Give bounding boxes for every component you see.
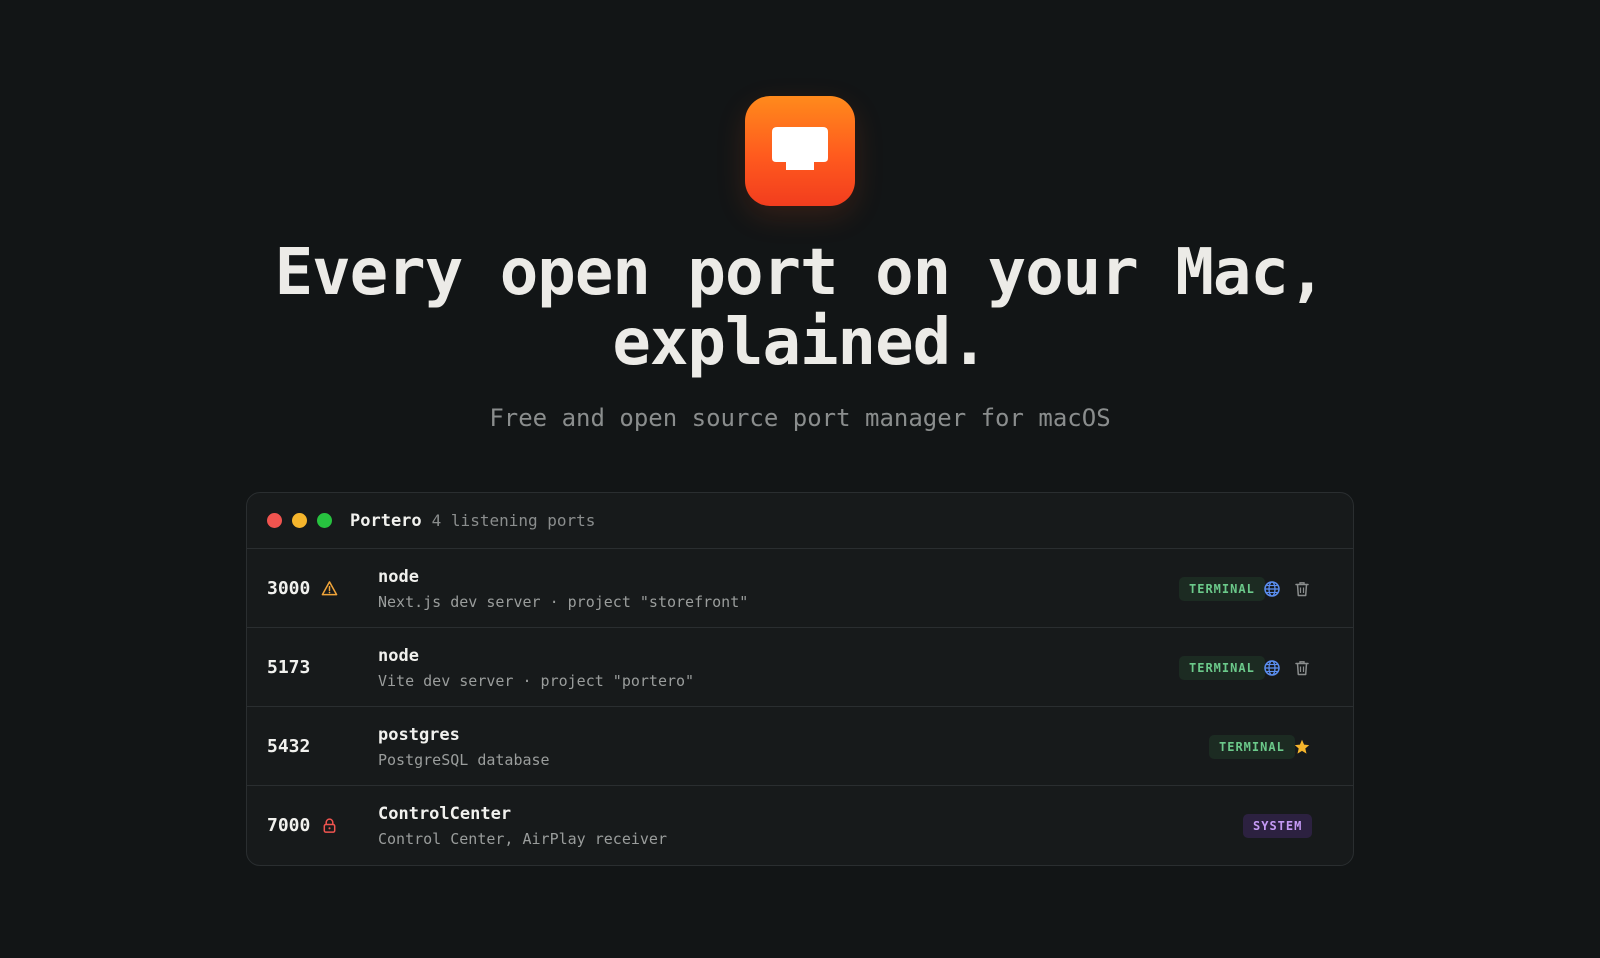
process-name: postgres: [378, 725, 460, 745]
headline-line-1: Every open port on your Mac,: [274, 236, 1327, 310]
process-description: Next.js dev server · project "storefront…: [378, 593, 749, 611]
source-badge: SYSTEM: [1243, 814, 1313, 838]
process-name: node: [378, 567, 419, 587]
landing-page: Every open port on your Mac, explained. …: [0, 0, 1600, 958]
process-description: Vite dev server · project "portero": [378, 672, 695, 690]
headline-line-2: explained.: [612, 306, 988, 380]
trash-icon[interactable]: [1293, 580, 1311, 598]
minimize-window-button[interactable]: [292, 513, 307, 528]
source-badge: TERMINAL: [1179, 577, 1265, 601]
window-titlebar: Portero 4 listening ports: [247, 493, 1353, 549]
hero-subtitle: Free and open source port manager for ma…: [489, 404, 1111, 432]
portero-app-icon: [745, 96, 855, 206]
globe-icon[interactable]: [1263, 580, 1281, 598]
globe-icon[interactable]: [1263, 659, 1281, 677]
trash-icon[interactable]: [1293, 659, 1311, 677]
process-name: ControlCenter: [378, 804, 512, 824]
port-row[interactable]: 7000 ControlCenter Control Center, AirPl…: [247, 786, 1353, 865]
app-name: Portero: [350, 510, 422, 531]
port-row[interactable]: 3000 node Next.js dev server · project "…: [247, 549, 1353, 628]
star-icon[interactable]: [1293, 738, 1311, 756]
port-row[interactable]: 5432 postgres PostgreSQL database TERMIN…: [247, 707, 1353, 786]
port-number: 5173: [267, 657, 311, 678]
ethernet-port-icon: [772, 127, 828, 170]
lock-icon: [323, 818, 336, 833]
source-badge: TERMINAL: [1209, 735, 1295, 759]
port-number: 7000: [267, 815, 311, 836]
port-row[interactable]: 5173 node Vite dev server · project "por…: [247, 628, 1353, 707]
port-number: 5432: [267, 736, 311, 757]
port-count-label: 4 listening ports: [431, 511, 596, 530]
warning-icon: [321, 581, 338, 596]
port-number: 3000: [267, 578, 311, 599]
hero-headline: Every open port on your Mac, explained.: [0, 238, 1600, 378]
zoom-window-button[interactable]: [317, 513, 332, 528]
process-description: PostgreSQL database: [378, 751, 550, 769]
process-name: node: [378, 646, 419, 666]
source-badge: TERMINAL: [1179, 656, 1265, 680]
process-description: Control Center, AirPlay receiver: [378, 830, 667, 848]
portero-window: Portero 4 listening ports 3000 node Next…: [246, 492, 1354, 866]
close-window-button[interactable]: [267, 513, 282, 528]
